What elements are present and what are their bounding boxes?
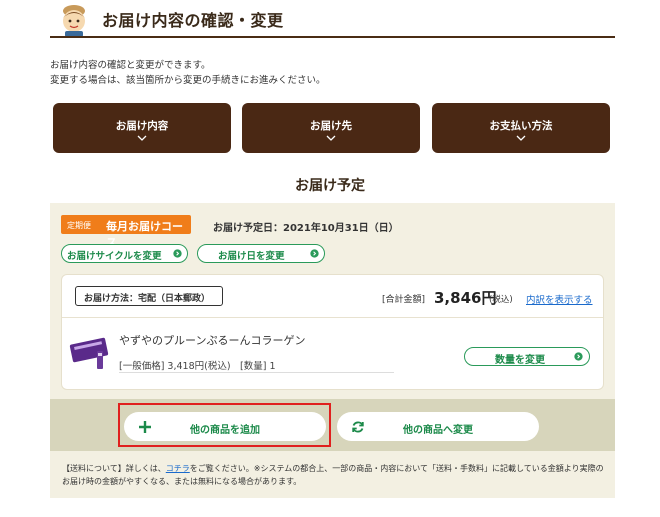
delivery-date: お届け予定日：2021年10月31日（日）: [213, 223, 399, 234]
chevron-down-icon: [326, 135, 336, 141]
chevron-down-icon: [137, 135, 147, 141]
section-title: お届け予定: [295, 178, 365, 194]
show-breakdown-link[interactable]: 内訳を表示する: [526, 292, 593, 306]
change-date-label: お届け日を変更: [218, 251, 285, 262]
nav-tab-payment-method[interactable]: お支払い方法: [432, 103, 610, 153]
highlight-frame: [118, 403, 331, 447]
section-nav: お届け内容 お届け先 お支払い方法: [53, 103, 611, 153]
course-badge-small: 定期便: [67, 221, 91, 230]
order-card: お届け方法：宅配（日本郵政） [合計金額] 3,846円 (税込) 内訳を表示す…: [61, 274, 604, 390]
footnote-link[interactable]: コチラ: [166, 464, 190, 473]
page-header: お届け内容の確認・変更: [50, 0, 615, 38]
intro-line-2: 変更する場合は、該当箇所から変更の手続きにお進みください。: [50, 75, 326, 86]
nav-tab-label: お支払い方法: [489, 120, 553, 132]
nav-tab-label: お届け先: [310, 120, 352, 132]
nav-tab-delivery-content[interactable]: お届け内容: [53, 103, 231, 153]
total-label: [合計金額]: [382, 295, 426, 305]
change-cycle-button[interactable]: お届けサイクルを変更: [61, 244, 188, 263]
product-name: やずやのプルーンぷるーんコラーゲン: [119, 334, 306, 347]
delivery-method-label: お届け方法：宅配（日本郵政）: [84, 294, 211, 304]
delivery-schedule-panel: 定期便 毎月お届けコース お届け予定日：2021年10月31日（日） お届けサイ…: [50, 203, 615, 498]
product-image: [69, 337, 109, 369]
product-divider: [119, 372, 394, 373]
header-divider: [50, 36, 615, 38]
product-price-qty: [一般価格] 3,418円(税込) [数量] 1: [119, 361, 276, 372]
total-tax-note: (税込): [489, 295, 513, 305]
chevron-down-icon: [516, 135, 526, 141]
arrow-right-circle-icon: [310, 249, 319, 258]
arrow-right-circle-icon: [574, 352, 583, 361]
change-product-button[interactable]: 他の商品へ変更: [337, 412, 539, 441]
total-amount: 3,846円: [434, 289, 497, 307]
change-quantity-button[interactable]: 数量を変更: [464, 347, 590, 366]
page-title: お届け内容の確認・変更: [102, 11, 284, 30]
course-badge: 定期便 毎月お届けコース: [61, 215, 191, 249]
shipping-footnote: 【送料について】詳しくは、コチラをご覧ください。※システムの都合上、一部の商品・…: [62, 462, 607, 488]
nav-tab-label: お届け内容: [115, 120, 169, 132]
intro-text: お届け内容の確認と変更ができます。 変更する場合は、該当箇所から変更の手続きにお…: [50, 58, 326, 88]
change-product-label: 他の商品へ変更: [403, 425, 473, 436]
intro-line-1: お届け内容の確認と変更ができます。: [50, 60, 211, 71]
delivery-method: お届け方法：宅配（日本郵政）: [75, 286, 223, 306]
change-cycle-label: お届けサイクルを変更: [67, 251, 162, 262]
mascot-icon: [63, 5, 85, 37]
footnote-pre: 【送料について】詳しくは、: [62, 464, 166, 473]
change-date-button[interactable]: お届け日を変更: [197, 244, 325, 263]
arrow-right-circle-icon: [173, 249, 182, 258]
change-quantity-label: 数量を変更: [495, 355, 545, 366]
card-divider: [62, 317, 603, 318]
nav-tab-delivery-address[interactable]: お届け先: [242, 103, 420, 153]
